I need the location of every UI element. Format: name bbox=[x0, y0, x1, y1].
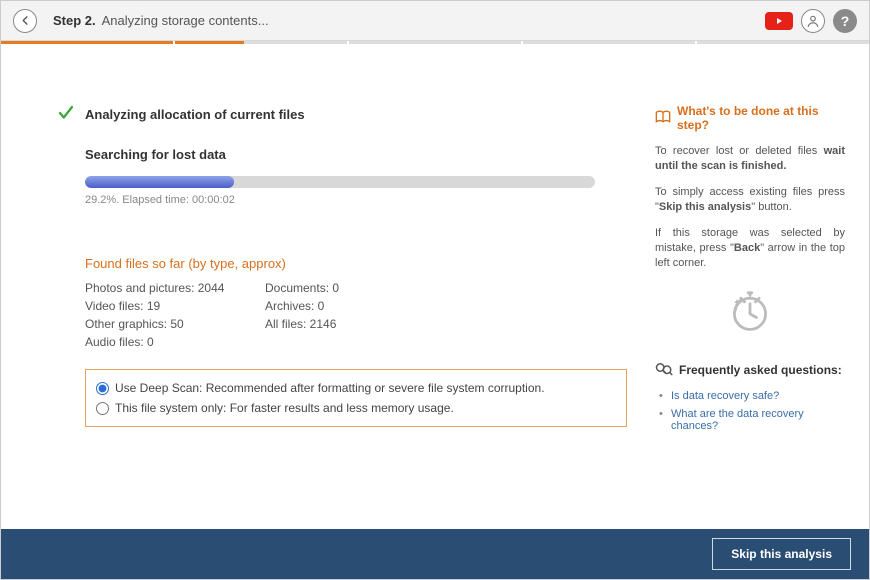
faq-list: Is data recovery safe? What are the data… bbox=[655, 387, 845, 435]
sidebar-tip-2: To simply access existing files press "S… bbox=[655, 185, 845, 216]
stat-all: All files: 2146 bbox=[265, 317, 445, 331]
option-deep-scan-label: Use Deep Scan: Recommended after formatt… bbox=[115, 381, 545, 395]
faq-link-1[interactable]: Is data recovery safe? bbox=[659, 387, 845, 405]
scan-progress-fill bbox=[85, 176, 234, 188]
status-title: Analyzing allocation of current files bbox=[85, 107, 305, 122]
radio-deep-scan[interactable] bbox=[96, 382, 109, 395]
faq-title: Frequently asked questions: bbox=[679, 363, 842, 377]
wizard-step-4 bbox=[523, 41, 695, 44]
book-icon bbox=[655, 110, 671, 127]
radio-fs-only[interactable] bbox=[96, 402, 109, 415]
scan-progress-text: 29.2%. Elapsed time: 00:00:02 bbox=[85, 194, 607, 206]
faq-title-row: Frequently asked questions: bbox=[655, 362, 845, 379]
help-icon[interactable]: ? bbox=[833, 9, 857, 33]
footer-bar: Skip this analysis bbox=[1, 529, 869, 579]
stat-archives: Archives: 0 bbox=[265, 299, 445, 313]
header-bar: Step 2. Analyzing storage contents... ? bbox=[1, 1, 869, 41]
option-fs-only-label: This file system only: For faster result… bbox=[115, 401, 454, 415]
wizard-step-3 bbox=[349, 41, 521, 44]
step-title: Analyzing storage contents... bbox=[102, 13, 269, 28]
wizard-step-1 bbox=[1, 41, 173, 44]
option-fs-only[interactable]: This file system only: For faster result… bbox=[96, 398, 616, 418]
option-deep-scan[interactable]: Use Deep Scan: Recommended after formatt… bbox=[96, 378, 616, 398]
header-actions: ? bbox=[765, 9, 857, 33]
sidebar-title-row: What's to be done at this step? bbox=[655, 104, 845, 132]
wait-clock-icon bbox=[655, 290, 845, 334]
skip-analysis-button[interactable]: Skip this analysis bbox=[712, 538, 851, 570]
found-stats: Photos and pictures: 2044 Documents: 0 V… bbox=[85, 281, 607, 349]
sidebar-panel: What's to be done at this step? To recov… bbox=[655, 104, 845, 435]
arrow-left-icon bbox=[20, 15, 31, 26]
stat-other: Other graphics: 50 bbox=[85, 317, 265, 331]
checkmark-icon bbox=[57, 104, 75, 125]
stat-audio: Audio files: 0 bbox=[85, 335, 265, 349]
step-label: Step 2. bbox=[53, 13, 96, 28]
faq-icon bbox=[655, 362, 673, 379]
faq-link-2[interactable]: What are the data recovery chances? bbox=[659, 405, 845, 435]
sidebar-tip-3: If this storage was selected by mistake,… bbox=[655, 226, 845, 272]
scan-progress-bar bbox=[85, 176, 595, 188]
back-button[interactable] bbox=[13, 9, 37, 33]
stat-video: Video files: 19 bbox=[85, 299, 265, 313]
wizard-step-2 bbox=[175, 41, 347, 44]
stat-photos: Photos and pictures: 2044 bbox=[85, 281, 265, 295]
user-icon[interactable] bbox=[801, 9, 825, 33]
found-files-title: Found files so far (by type, approx) bbox=[85, 256, 607, 271]
sidebar-title: What's to be done at this step? bbox=[677, 104, 845, 132]
scan-options-box: Use Deep Scan: Recommended after formatt… bbox=[85, 369, 627, 427]
stat-documents: Documents: 0 bbox=[265, 281, 445, 295]
youtube-icon[interactable] bbox=[765, 12, 793, 30]
main-panel: Analyzing allocation of current files Se… bbox=[57, 104, 607, 435]
sidebar-tip-1: To recover lost or deleted files wait un… bbox=[655, 144, 845, 175]
wizard-step-5 bbox=[697, 41, 869, 44]
searching-title: Searching for lost data bbox=[85, 147, 607, 162]
wizard-progress-strip bbox=[1, 41, 869, 44]
